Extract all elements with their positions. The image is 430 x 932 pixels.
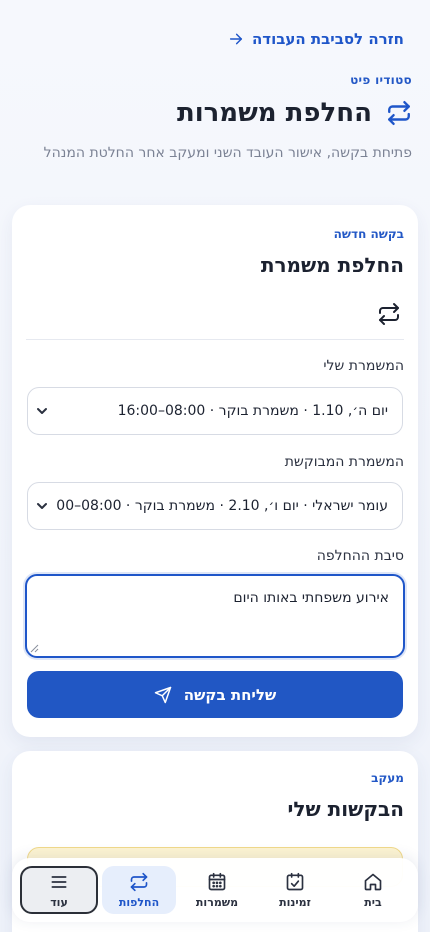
- send-icon: [154, 686, 171, 703]
- swap-arrows-icon: [379, 303, 399, 325]
- nav-item-home[interactable]: בית: [336, 866, 410, 914]
- back-link-label: חזרה לסביבת העבודה: [251, 30, 404, 48]
- back-to-workspace-link[interactable]: חזרה לסביבת העבודה: [0, 30, 404, 48]
- calendar-grid-icon: [208, 872, 226, 890]
- menu-icon: [51, 875, 67, 888]
- nav-item-shifts[interactable]: משמרות: [180, 866, 254, 914]
- submit-request-button[interactable]: שליחת בקשה: [27, 671, 403, 718]
- requested-shift-label: המשמרת המבוקשת: [284, 454, 404, 470]
- nav-more-label: עוד: [50, 895, 68, 909]
- my-shift-value: יום ה׳, 1.10 · משמרת בוקר · 08:00–16:00: [117, 403, 388, 419]
- divider: [26, 339, 404, 340]
- page-subtitle: פתיחת בקשה, אישור העובד השני ומעקב אחר ה…: [43, 145, 412, 161]
- nav-swaps-label: החלפות: [118, 895, 160, 909]
- reason-label: סיבת ההחלפה: [316, 548, 404, 564]
- page: חזרה לסביבת העבודה סטודיו פיט החלפת משמר…: [0, 0, 430, 932]
- my-shift-label: המשמרת שלי: [323, 358, 404, 374]
- nav-home-label: בית: [364, 895, 382, 909]
- new-request-title: החלפת משמרת: [260, 253, 404, 277]
- new-request-card: בקשה חדשה החלפת משמרת המשמרת שלי יום ה׳,…: [12, 205, 418, 737]
- page-title: החלפת משמרות: [176, 98, 372, 128]
- house-icon: [364, 873, 382, 890]
- new-request-eyebrow: בקשה חדשה: [333, 227, 404, 241]
- swap-arrows-icon: [388, 100, 410, 126]
- tracking-eyebrow: מעקב: [371, 771, 404, 785]
- submit-request-label: שליחת בקשה: [183, 685, 277, 704]
- swap-arrows-icon: [130, 872, 148, 891]
- my-requests-title: הבקשות שלי: [287, 797, 404, 821]
- nav-item-more[interactable]: עוד: [20, 866, 98, 914]
- reason-value: אירוע משפחתי באותו היום: [233, 590, 389, 606]
- page-title-row: החלפת משמרות: [177, 98, 412, 128]
- chevron-down-icon: [37, 503, 47, 509]
- nav-item-swaps[interactable]: החלפות: [102, 866, 176, 914]
- requested-shift-value: עומר ישראלי · יום ו׳, 2.10 · משמרת בוקר …: [56, 498, 388, 514]
- nav-availability-label: זמינות: [279, 895, 311, 909]
- chevron-down-icon: [37, 408, 47, 414]
- requested-shift-select[interactable]: עומר ישראלי · יום ו׳, 2.10 · משמרת בוקר …: [27, 482, 403, 530]
- calendar-check-icon: [286, 872, 304, 890]
- nav-shifts-label: משמרות: [195, 895, 239, 909]
- nav-item-availability[interactable]: זמינות: [258, 866, 332, 914]
- resize-grip-icon[interactable]: [30, 644, 39, 653]
- reason-textarea[interactable]: אירוע משפחתי באותו היום: [25, 574, 405, 658]
- my-shift-select[interactable]: יום ה׳, 1.10 · משמרת בוקר · 08:00–16:00: [27, 387, 403, 435]
- arrow-right-icon: [229, 33, 243, 45]
- studio-name: סטודיו פיט: [350, 73, 412, 87]
- bottom-nav: בית זמינות משמרות החלפות עוד: [12, 858, 418, 922]
